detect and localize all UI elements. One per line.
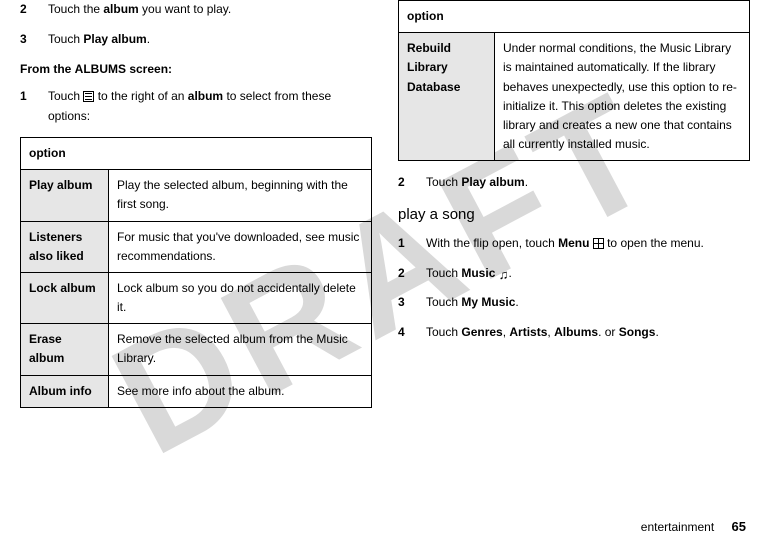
left-step-2: 2 Touch the album you want to play. <box>20 0 372 20</box>
condensed-text: Artists <box>509 325 547 339</box>
text: to the right of an <box>94 89 187 103</box>
text: . <box>525 175 528 189</box>
option-desc: Play the selected album, beginning with … <box>109 170 372 221</box>
list-icon <box>83 91 94 102</box>
music-note-icon: ♫ <box>499 269 509 280</box>
left-sub-step-1: 1 Touch to the right of an album to sele… <box>20 87 372 127</box>
step-body: Touch Play album. <box>48 30 372 50</box>
step-body: Touch Play album. <box>426 173 750 193</box>
option-label: Album info <box>21 375 109 407</box>
option-label: Listeners also liked <box>21 221 109 272</box>
option-label: Erase album <box>21 324 109 375</box>
step-number: 4 <box>398 323 426 343</box>
step-number: 3 <box>398 293 426 313</box>
text: : <box>168 62 172 76</box>
table-row: Play album Play the selected album, begi… <box>21 170 372 221</box>
page-content: 2 Touch the album you want to play. 3 To… <box>0 0 770 408</box>
text: . <box>508 266 511 280</box>
condensed-text: Songs <box>619 325 656 339</box>
text: Touch <box>48 89 83 103</box>
step-number: 1 <box>398 234 426 254</box>
step-body: Touch Genres, Artists, Albums. or Songs. <box>426 323 750 343</box>
table-header-row: option <box>399 1 750 33</box>
text: With the flip open, touch <box>426 236 558 250</box>
text: to open the menu. <box>604 236 704 250</box>
song-step-3: 3 Touch My Music. <box>398 293 750 313</box>
option-desc: Lock album so you do not accidentally de… <box>109 272 372 323</box>
condensed-text: My Music <box>461 295 515 309</box>
page-number: 65 <box>732 519 746 534</box>
text: Touch <box>426 295 461 309</box>
play-a-song-heading: play a song <box>398 203 750 228</box>
section-name: entertainment <box>641 520 714 534</box>
table-header: option <box>21 137 372 169</box>
right-column: option Rebuild Library Database Under no… <box>398 0 750 408</box>
text: you want to play. <box>139 2 232 16</box>
text: Touch <box>426 325 461 339</box>
table-header-row: option <box>21 137 372 169</box>
text: . <box>655 325 658 339</box>
condensed-text: Music <box>461 266 495 280</box>
albums-screen-heading: From the ALBUMS screen: <box>20 60 372 80</box>
step-body: Touch the album you want to play. <box>48 0 372 20</box>
step-body: With the flip open, touch Menu to open t… <box>426 234 750 254</box>
step-body: Touch Music ♫. <box>426 264 750 284</box>
right-step-2: 2 Touch Play album. <box>398 173 750 193</box>
step-number: 1 <box>20 87 48 127</box>
table-row: Album info See more info about the album… <box>21 375 372 407</box>
option-desc: See more info about the album. <box>109 375 372 407</box>
condensed-text: Albums <box>554 325 598 339</box>
right-option-table: option Rebuild Library Database Under no… <box>398 0 750 161</box>
menu-grid-icon <box>593 238 604 249</box>
text: From the <box>20 62 75 76</box>
step-number: 2 <box>398 264 426 284</box>
table-row: Rebuild Library Database Under normal co… <box>399 33 750 161</box>
song-step-2: 2 Touch Music ♫. <box>398 264 750 284</box>
step-number: 2 <box>398 173 426 193</box>
text: Touch <box>48 32 83 46</box>
step-body: Touch My Music. <box>426 293 750 313</box>
condensed-text: Genres <box>461 325 502 339</box>
option-label: Play album <box>21 170 109 221</box>
bold-text: album <box>103 2 138 16</box>
step-body: Touch to the right of an album to select… <box>48 87 372 127</box>
step-number: 2 <box>20 0 48 20</box>
text: . <box>147 32 150 46</box>
text: . or <box>598 325 619 339</box>
text: Touch <box>426 266 461 280</box>
left-option-table: option Play album Play the selected albu… <box>20 137 372 408</box>
option-label: Rebuild Library Database <box>399 33 495 161</box>
option-label: Lock album <box>21 272 109 323</box>
text: . <box>515 295 518 309</box>
table-row: Lock album Lock album so you do not acci… <box>21 272 372 323</box>
option-desc: Remove the selected album from the Music… <box>109 324 372 375</box>
table-header: option <box>399 1 750 33</box>
condensed-text: ALBUMS screen <box>75 62 168 76</box>
song-step-1: 1 With the flip open, touch Menu to open… <box>398 234 750 254</box>
condensed-text: Play album <box>461 175 524 189</box>
condensed-text: Menu <box>558 236 589 250</box>
option-desc: Under normal conditions, the Music Libra… <box>495 33 750 161</box>
option-desc: For music that you've downloaded, see mu… <box>109 221 372 272</box>
step-number: 3 <box>20 30 48 50</box>
table-row: Erase album Remove the selected album fr… <box>21 324 372 375</box>
condensed-text: Play album <box>83 32 146 46</box>
bold-text: album <box>188 89 223 103</box>
table-row: Listeners also liked For music that you'… <box>21 221 372 272</box>
left-step-3: 3 Touch Play album. <box>20 30 372 50</box>
song-step-4: 4 Touch Genres, Artists, Albums. or Song… <box>398 323 750 343</box>
text: Touch the <box>48 2 103 16</box>
page-footer: entertainment 65 <box>641 519 746 534</box>
left-column: 2 Touch the album you want to play. 3 To… <box>20 0 372 408</box>
text: Touch <box>426 175 461 189</box>
